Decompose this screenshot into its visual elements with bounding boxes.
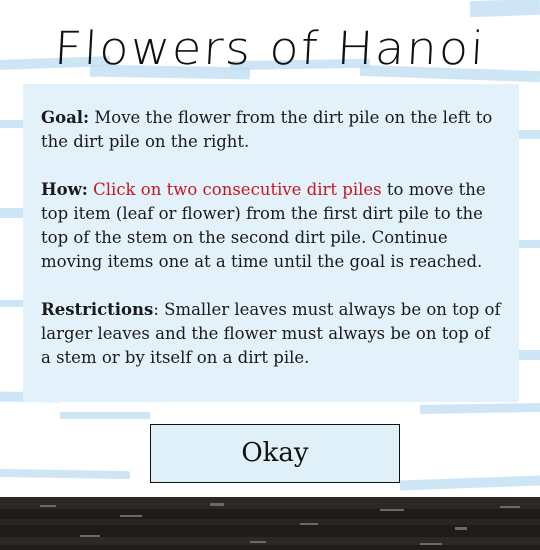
how-label: How:: [41, 180, 88, 199]
restrictions-label: Restrictions: [41, 300, 154, 319]
how-highlight: Click on two consecutive dirt piles: [93, 180, 382, 199]
how-paragraph: How: Click on two consecutive dirt piles…: [41, 178, 501, 274]
restrictions-paragraph: Restrictions: Smaller leaves must always…: [41, 298, 501, 370]
dirt-ground: [0, 497, 540, 550]
goal-paragraph: Goal: Move the flower from the dirt pile…: [41, 106, 501, 154]
game-title: Flowers of Hanoi: [52, 22, 488, 76]
instructions-panel: Goal: Move the flower from the dirt pile…: [23, 84, 519, 402]
goal-label: Goal:: [41, 108, 90, 127]
okay-button[interactable]: Okay: [150, 424, 400, 483]
instructions-text: Goal: Move the flower from the dirt pile…: [41, 106, 501, 394]
goal-text: Move the flower from the dirt pile on th…: [41, 108, 493, 151]
